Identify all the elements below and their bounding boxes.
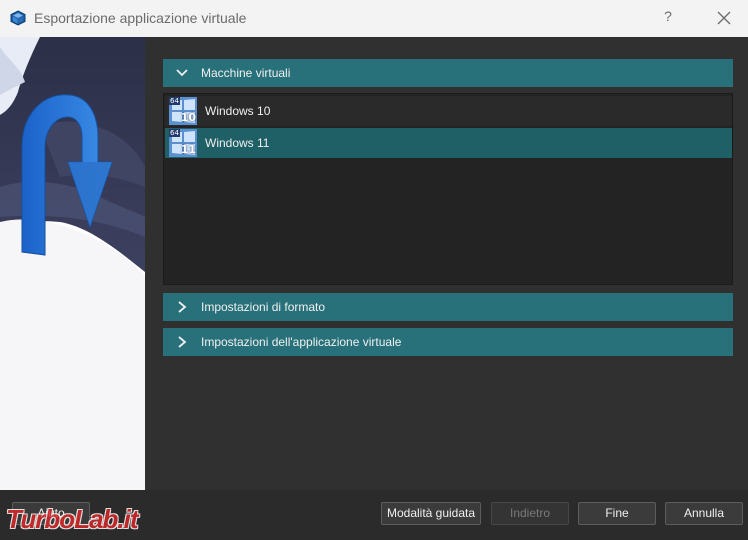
windows-10-os-icon: 64 10: [169, 97, 197, 125]
section-format-label: Impostazioni di formato: [201, 300, 326, 314]
help-title-button[interactable]: ?: [660, 8, 676, 28]
chevron-down-icon: [176, 69, 188, 77]
vm-name: Windows 10: [205, 104, 271, 118]
section-appliance-label: Impostazioni dell'applicazione virtuale: [201, 335, 402, 349]
turbolab-watermark: TurboLab.it: [6, 504, 139, 534]
footer-bar: Aiuto TurboLab.it Modalità guidata Indie…: [0, 490, 748, 540]
guided-mode-button[interactable]: Modalità guidata: [381, 502, 481, 525]
section-vms-label: Macchine virtuali: [201, 66, 291, 80]
section-appliance-header[interactable]: Impostazioni dell'applicazione virtuale: [163, 328, 733, 356]
virtualbox-icon: [10, 10, 26, 26]
chevron-right-icon: [178, 336, 187, 348]
finish-button[interactable]: Fine: [578, 502, 656, 525]
section-format-header[interactable]: Impostazioni di formato: [163, 293, 733, 321]
vm-row-windows-10[interactable]: 64 10 Windows 10: [165, 96, 732, 126]
cancel-button[interactable]: Annulla: [665, 502, 743, 525]
close-icon[interactable]: [716, 10, 732, 26]
chevron-right-icon: [178, 301, 187, 313]
title-bar: Esportazione applicazione virtuale ?: [0, 0, 748, 37]
wizard-illustration: [0, 37, 145, 490]
vm-name: Windows 11: [205, 136, 270, 150]
window-title: Esportazione applicazione virtuale: [34, 10, 247, 26]
vm-row-windows-11[interactable]: 64 11 Windows 11: [165, 128, 732, 158]
main-panel: Macchine virtuali 64 10 Windows 10 64 11…: [145, 37, 748, 490]
section-vms-header[interactable]: Macchine virtuali: [163, 59, 733, 87]
back-button[interactable]: Indietro: [491, 502, 569, 525]
windows-11-os-icon: 64 11: [169, 129, 197, 157]
export-arrow-illustration: [0, 37, 145, 490]
vm-list[interactable]: 64 10 Windows 10 64 11 Windows 11: [163, 93, 733, 285]
